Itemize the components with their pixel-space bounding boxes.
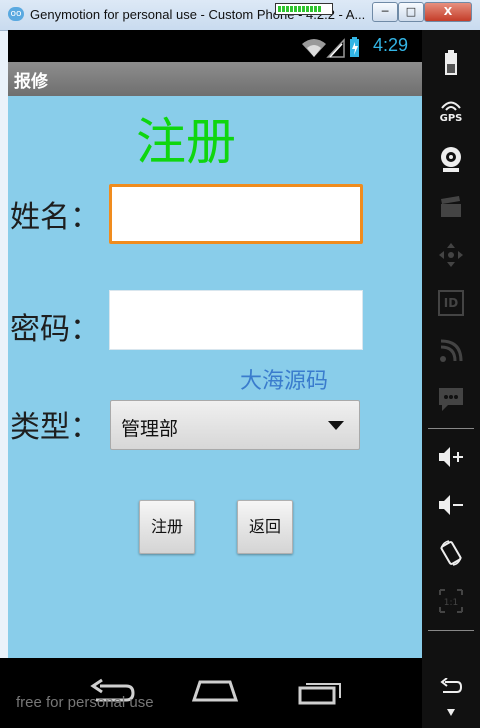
pixel-perfect-label: 1:1 bbox=[444, 598, 458, 608]
close-button[interactable]: X bbox=[424, 2, 472, 22]
signal-icon bbox=[326, 38, 345, 58]
password-label: 密码： bbox=[10, 312, 100, 347]
name-input[interactable] bbox=[112, 187, 360, 241]
register-heading: 注册 bbox=[136, 113, 236, 171]
volume-down-icon[interactable] bbox=[434, 488, 468, 522]
window-titlebar[interactable]: oo Genymotion for personal use - Custom … bbox=[0, 0, 480, 31]
remote-control-icon[interactable] bbox=[434, 238, 468, 272]
name-field[interactable] bbox=[109, 184, 363, 244]
navigation-bar: free for personal use bbox=[0, 658, 422, 728]
rotate-icon[interactable] bbox=[434, 536, 468, 570]
action-bar: 报修 bbox=[8, 62, 422, 96]
gps-icon[interactable]: GPS bbox=[434, 94, 468, 128]
back-icon[interactable] bbox=[434, 670, 468, 704]
password-field[interactable] bbox=[109, 290, 363, 350]
gps-label: GPS bbox=[439, 112, 463, 124]
sms-icon[interactable] bbox=[434, 382, 468, 416]
genymotion-logo-icon: oo bbox=[8, 7, 24, 21]
name-label: 姓名： bbox=[10, 200, 100, 235]
status-icons bbox=[302, 37, 359, 58]
menu-dots-icon[interactable] bbox=[434, 702, 468, 722]
status-clock: 4:29 bbox=[373, 35, 409, 55]
panel-divider bbox=[428, 630, 474, 631]
id-icon[interactable]: ID bbox=[434, 286, 468, 320]
type-select[interactable]: 管理部 bbox=[110, 400, 360, 450]
video-capture-icon[interactable] bbox=[434, 190, 468, 224]
password-input[interactable] bbox=[110, 291, 362, 349]
type-label: 类型： bbox=[10, 410, 100, 445]
title-progress-bar bbox=[275, 3, 333, 15]
minimize-button[interactable]: ─ bbox=[372, 2, 398, 22]
free-for-personal-use-text: free for personal use bbox=[16, 694, 154, 711]
emulator-window: oo Genymotion for personal use - Custom … bbox=[0, 0, 480, 728]
app-title: 报修 bbox=[14, 72, 48, 92]
status-bar: 4:29 bbox=[8, 30, 422, 62]
watermark-text: 大海源码 bbox=[240, 369, 329, 394]
register-button[interactable]: 注册 bbox=[139, 500, 195, 554]
wifi-icon bbox=[302, 39, 326, 57]
camera-icon[interactable] bbox=[434, 142, 468, 176]
type-select-value: 管理部 bbox=[121, 418, 179, 440]
network-icon[interactable] bbox=[434, 334, 468, 368]
title-progress-fill bbox=[278, 6, 322, 12]
volume-up-icon[interactable] bbox=[434, 440, 468, 474]
dropdown-arrow-icon bbox=[328, 421, 344, 430]
battery-icon[interactable] bbox=[434, 46, 468, 80]
id-label: ID bbox=[438, 290, 464, 316]
recent-apps-icon[interactable] bbox=[296, 678, 344, 706]
back-button[interactable]: 返回 bbox=[237, 500, 293, 554]
panel-divider bbox=[428, 428, 474, 429]
genymotion-side-panel: GPS ID 1:1 bbox=[422, 30, 480, 728]
battery-icon bbox=[350, 37, 359, 57]
maximize-button[interactable]: □ bbox=[398, 2, 424, 22]
pixel-perfect-icon[interactable]: 1:1 bbox=[434, 584, 468, 618]
home-icon[interactable] bbox=[190, 678, 240, 704]
android-screen: 4:29 报修 注册 姓名： 密码： 大海源码 类型： 管理部 注册 返回 bbox=[8, 30, 422, 658]
